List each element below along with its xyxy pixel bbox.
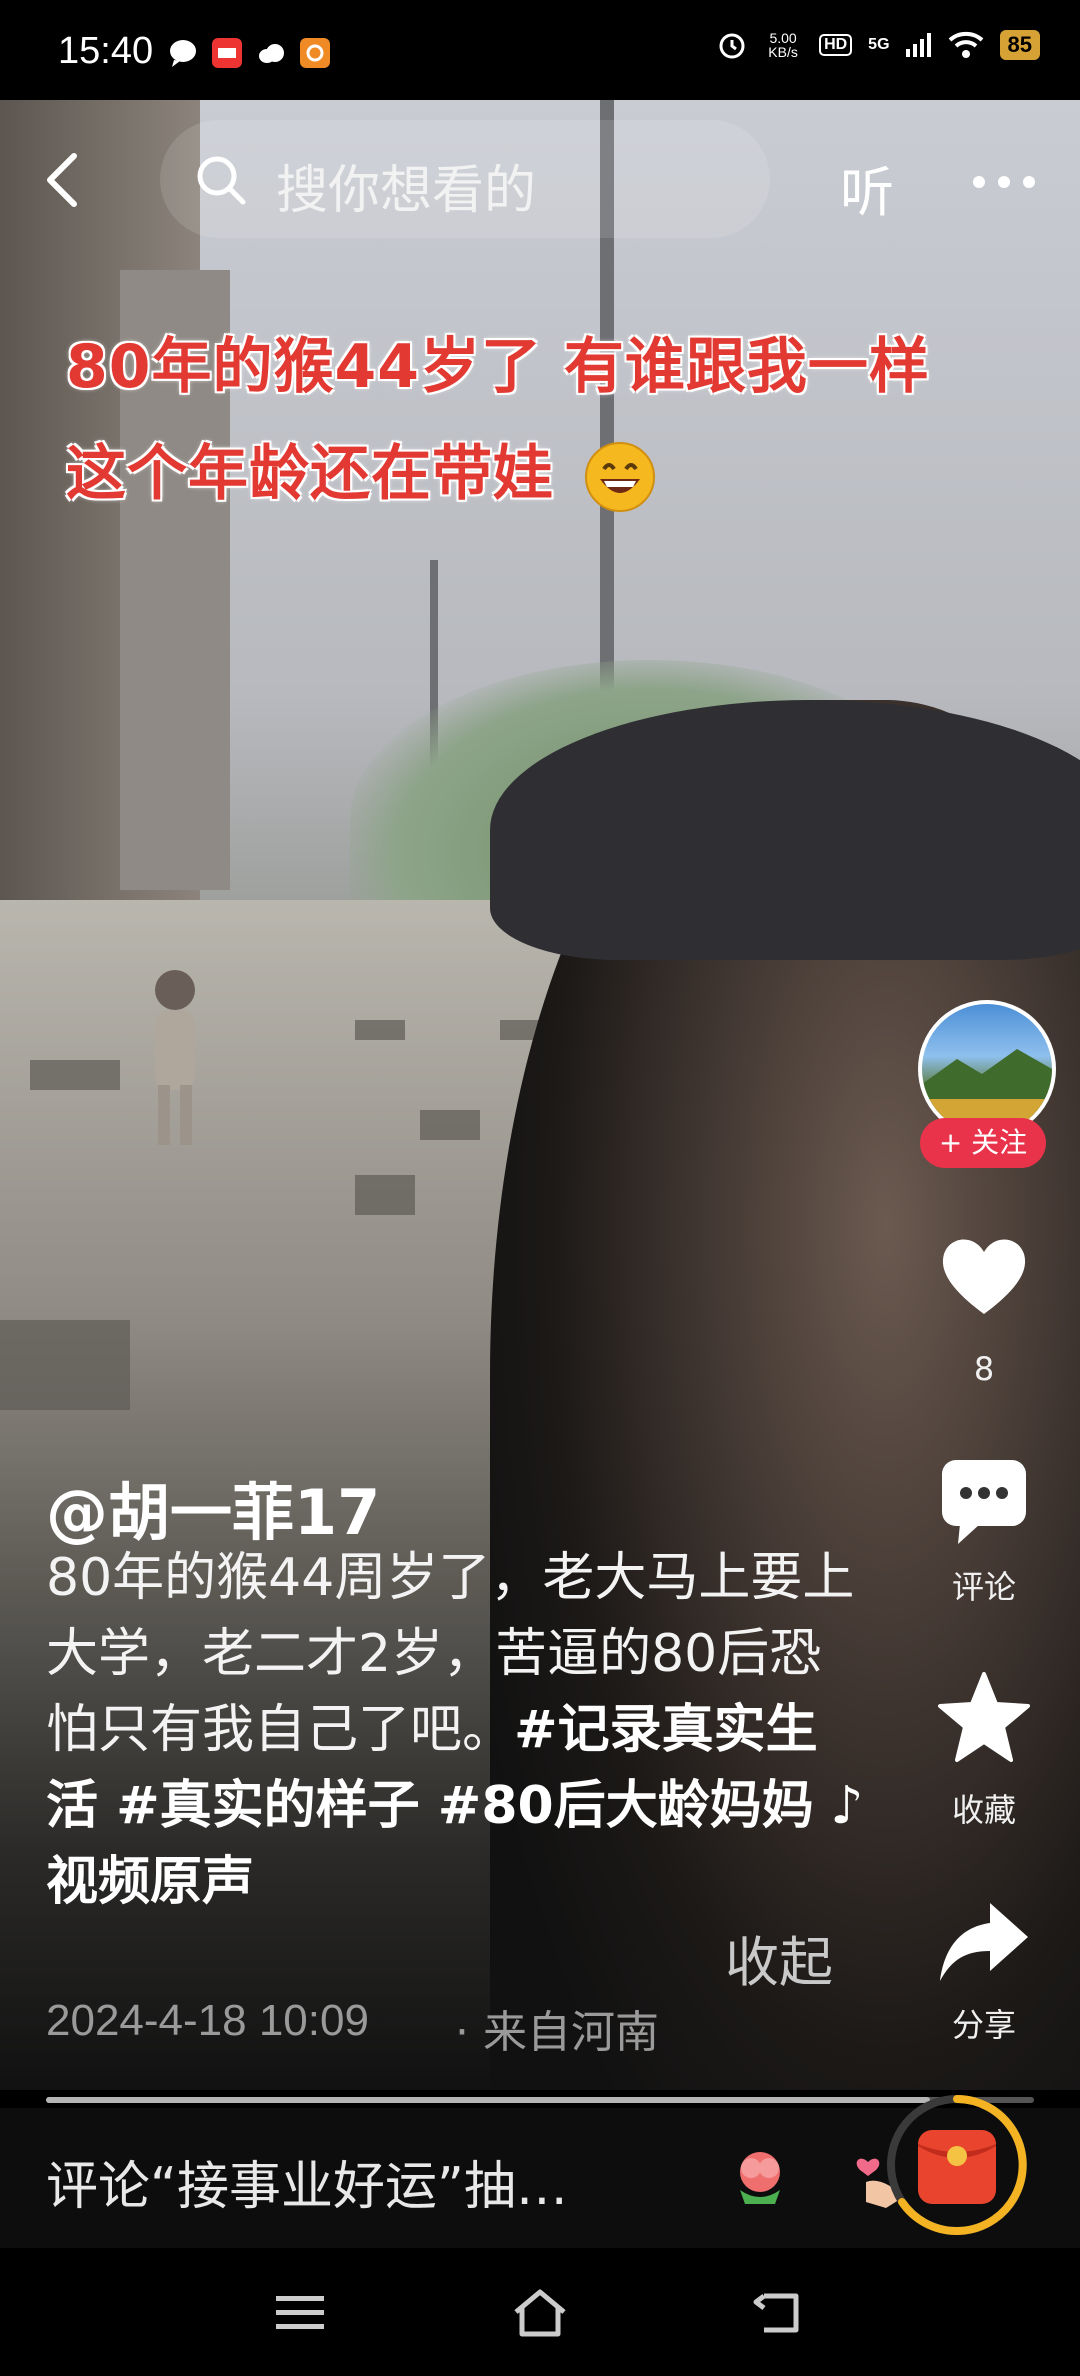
wifi-icon <box>948 31 983 58</box>
back-nav-icon[interactable] <box>752 2288 808 2338</box>
more-options-icon[interactable] <box>972 175 1036 189</box>
overlay-caption-line1: 80年的猴44岁了 有谁跟我一样 <box>66 332 930 402</box>
battery-level: 85 <box>999 30 1040 60</box>
signal-bars-icon <box>905 33 931 57</box>
network-speed: 5.00 KB/s <box>768 30 798 60</box>
author-name[interactable]: @胡一菲17 <box>46 1462 380 1552</box>
follow-button[interactable]: + 关注 <box>920 1118 1046 1168</box>
video-scene-child <box>155 970 195 1145</box>
post-description: 80年的猴44周岁了，老大马上要上大学，老二才2岁，苦逼的80后恐怕只有我自己了… <box>46 1540 866 1920</box>
like-count: 8 <box>973 1350 995 1388</box>
notification-icons <box>168 38 330 68</box>
back-arrow-icon[interactable] <box>42 150 82 210</box>
overlay-caption-line2: 这个年龄还在带娃 <box>66 425 656 513</box>
hd-badge: HD <box>819 34 853 56</box>
comment-label: 评论 <box>951 1568 1016 1606</box>
favorite-label: 收藏 <box>951 1791 1016 1829</box>
collapse-button[interactable]: 收起 <box>725 1918 833 1997</box>
grinning-face-emoji-icon <box>584 442 655 513</box>
status-bar: 15:40 5.00 KB/s HD 5G 85 <box>0 0 1080 100</box>
cloud-icon <box>259 44 284 63</box>
red-packet-timer-icon[interactable] <box>882 2090 1032 2240</box>
recent-apps-icon[interactable] <box>272 2288 328 2338</box>
chat-bubble-icon <box>170 40 196 67</box>
home-icon[interactable] <box>512 2288 568 2338</box>
overlay-caption-text: 这个年龄还在带娃 <box>66 439 554 509</box>
video-scene-hat <box>490 700 1080 960</box>
post-location: · 来自河南 <box>455 2007 659 2058</box>
toutiao-app-icon <box>212 38 242 68</box>
search-icon[interactable] <box>195 154 247 206</box>
search-input[interactable]: 搜你想看的 <box>276 148 536 223</box>
video-progress-fill <box>46 2097 931 2103</box>
status-time: 15:40 <box>58 30 154 72</box>
share-label: 分享 <box>951 2006 1016 2044</box>
post-timestamp: 2024-4-18 10:09 <box>46 1996 369 2045</box>
comment-icon[interactable] <box>936 1452 1032 1548</box>
share-arrow-icon[interactable] <box>936 1895 1032 1991</box>
like-heart-icon[interactable] <box>936 1228 1032 1324</box>
alarm-icon <box>719 33 745 59</box>
status-right: 5.00 KB/s HD 5G 85 <box>717 30 1040 60</box>
avatar-landscape <box>922 1049 1052 1134</box>
app-badge-icon <box>300 38 330 68</box>
comment-input[interactable]: 评论“接事业好运”抽… <box>46 2144 568 2219</box>
favorite-star-icon[interactable] <box>936 1670 1032 1766</box>
listen-button[interactable]: 听 <box>840 148 894 227</box>
flower-gift-icon[interactable] <box>725 2142 795 2212</box>
signal-type: 5G <box>868 36 890 53</box>
